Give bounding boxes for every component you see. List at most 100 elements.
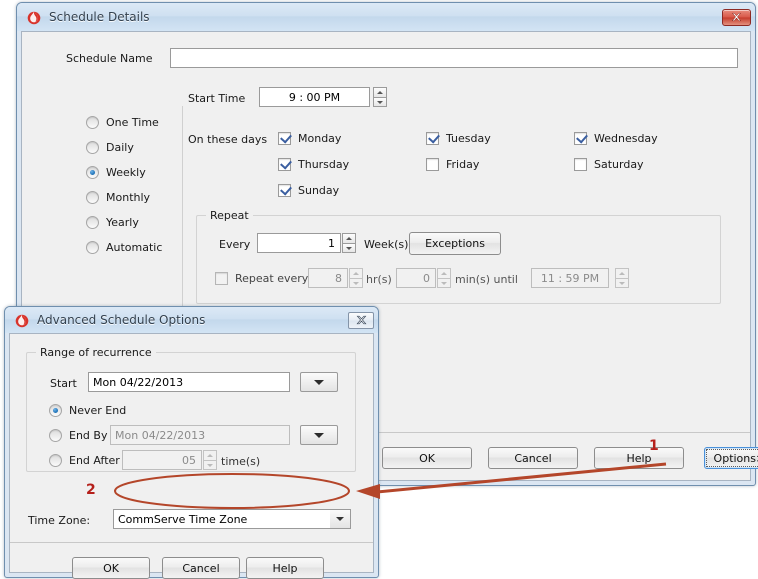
help-button-label: Help: [626, 452, 651, 465]
repeat-interval-spinner[interactable]: [342, 233, 356, 253]
start-label: Start: [50, 377, 77, 390]
spinner-down-icon[interactable]: [437, 278, 451, 288]
radio-automatic[interactable]: Automatic: [86, 241, 162, 254]
radio-indicator: [49, 454, 62, 467]
start-time-label: Start Time: [188, 92, 245, 105]
start-time-input[interactable]: [259, 87, 370, 107]
options-button[interactable]: Options>>: [704, 447, 758, 469]
checkbox-label: Sunday: [298, 184, 339, 197]
radio-monthly[interactable]: Monthly: [86, 191, 162, 204]
checkbox-saturday[interactable]: Saturday: [574, 158, 644, 171]
time-zone-label: Time Zone:: [28, 514, 90, 527]
chevron-down-icon[interactable]: [330, 509, 351, 529]
end-after-spinner[interactable]: [203, 450, 217, 470]
repeat-hours-input[interactable]: [308, 268, 348, 288]
ok-button[interactable]: OK: [72, 557, 150, 579]
help-button-label: Help: [272, 562, 297, 575]
commvault-flame-icon: [14, 312, 30, 328]
spinner-up-icon[interactable]: [373, 87, 387, 97]
checkbox-wednesday[interactable]: Wednesday: [574, 132, 658, 145]
chevron-down-icon: [314, 433, 324, 438]
spinner-up-icon[interactable]: [615, 268, 629, 278]
range-of-recurrence-group: Range of recurrence Start Never End End …: [26, 352, 356, 472]
checkbox-label: Saturday: [594, 158, 644, 171]
panel-divider: [182, 106, 183, 324]
spinner-up-icon[interactable]: [349, 268, 363, 278]
schedule-name-label: Schedule Name: [66, 52, 153, 65]
frequency-radio-group: One Time Daily Weekly Monthly Yearly: [86, 116, 162, 254]
cancel-button[interactable]: Cancel: [162, 557, 240, 579]
close-icon[interactable]: [348, 312, 374, 329]
checkbox-sunday[interactable]: Sunday: [278, 184, 339, 197]
checkbox-friday[interactable]: Friday: [426, 158, 479, 171]
radio-never-end[interactable]: Never End: [49, 404, 126, 417]
repeat-interval-input[interactable]: [257, 233, 341, 253]
checkbox-repeat-every[interactable]: Repeat every: [215, 272, 308, 285]
checkbox-label: Friday: [446, 158, 479, 171]
schedule-details-titlebar: Schedule Details: [17, 3, 755, 31]
repeat-hours-spinner[interactable]: [349, 268, 363, 288]
radio-weekly[interactable]: Weekly: [86, 166, 162, 179]
help-button[interactable]: Help: [246, 557, 324, 579]
radio-end-by[interactable]: End By: [49, 429, 107, 442]
radio-daily[interactable]: Daily: [86, 141, 162, 154]
screenshot-root: Schedule Details Schedule Name One Time: [0, 0, 758, 579]
checkbox-label: Wednesday: [594, 132, 658, 145]
repeat-minutes-input[interactable]: [396, 268, 436, 288]
cancel-button-label: Cancel: [514, 452, 551, 465]
spinner-up-icon[interactable]: [203, 450, 217, 460]
radio-one-time[interactable]: One Time: [86, 116, 162, 129]
spinner-up-icon[interactable]: [437, 268, 451, 278]
ok-button[interactable]: OK: [382, 447, 472, 469]
advanced-options-titlebar: Advanced Schedule Options: [5, 307, 378, 333]
radio-yearly[interactable]: Yearly: [86, 216, 162, 229]
checkbox-label: Repeat every: [235, 272, 308, 285]
radio-indicator: [49, 404, 62, 417]
repeat-until-spinner[interactable]: [615, 268, 629, 288]
checkbox-label: Monday: [298, 132, 341, 145]
checkbox-indicator: [215, 272, 228, 285]
start-time-spinner[interactable]: [373, 87, 387, 107]
advanced-schedule-options-dialog: Advanced Schedule Options Range of recur…: [4, 306, 379, 578]
radio-label: Daily: [106, 141, 134, 154]
spinner-up-icon[interactable]: [342, 233, 356, 243]
start-date-input[interactable]: [88, 372, 290, 392]
repeat-group: Repeat Every Week(s) Exceptions Repeat e…: [196, 215, 721, 304]
radio-end-after[interactable]: End After: [49, 454, 120, 467]
start-date-picker-button[interactable]: [300, 372, 338, 392]
radio-label: Weekly: [106, 166, 146, 179]
spinner-down-icon[interactable]: [349, 278, 363, 288]
end-after-count-input[interactable]: [122, 450, 202, 470]
end-by-date-picker-button[interactable]: [300, 425, 338, 445]
schedule-details-title: Schedule Details: [49, 10, 150, 24]
time-zone-value[interactable]: [113, 509, 330, 529]
checkbox-tuesday[interactable]: Tuesday: [426, 132, 491, 145]
spinner-down-icon[interactable]: [615, 278, 629, 288]
end-after-unit-label: time(s): [221, 455, 260, 468]
end-by-date-input[interactable]: [110, 425, 290, 445]
repeat-until-input[interactable]: [531, 268, 609, 288]
exceptions-button[interactable]: Exceptions: [409, 232, 501, 255]
schedule-name-input[interactable]: [170, 48, 738, 68]
checkbox-label: Thursday: [298, 158, 349, 171]
checkbox-thursday[interactable]: Thursday: [278, 158, 349, 171]
time-zone-combobox[interactable]: [113, 509, 351, 529]
spinner-down-icon[interactable]: [342, 243, 356, 253]
checkbox-indicator: [426, 132, 439, 145]
spinner-down-icon[interactable]: [373, 97, 387, 107]
close-icon[interactable]: [722, 9, 751, 26]
range-group-title: Range of recurrence: [36, 346, 156, 359]
ok-button-label: OK: [103, 562, 119, 575]
annotation-step-2: 2: [86, 482, 96, 498]
spinner-down-icon[interactable]: [203, 460, 217, 470]
repeat-minutes-spinner[interactable]: [437, 268, 451, 288]
chevron-down-icon: [314, 380, 324, 385]
radio-label: One Time: [106, 116, 159, 129]
repeat-hours-label: hr(s): [366, 273, 392, 286]
radio-label: End After: [69, 454, 120, 467]
exceptions-button-label: Exceptions: [425, 237, 485, 250]
cancel-button[interactable]: Cancel: [488, 447, 578, 469]
checkbox-indicator: [574, 132, 587, 145]
help-button[interactable]: Help: [594, 447, 684, 469]
checkbox-monday[interactable]: Monday: [278, 132, 341, 145]
